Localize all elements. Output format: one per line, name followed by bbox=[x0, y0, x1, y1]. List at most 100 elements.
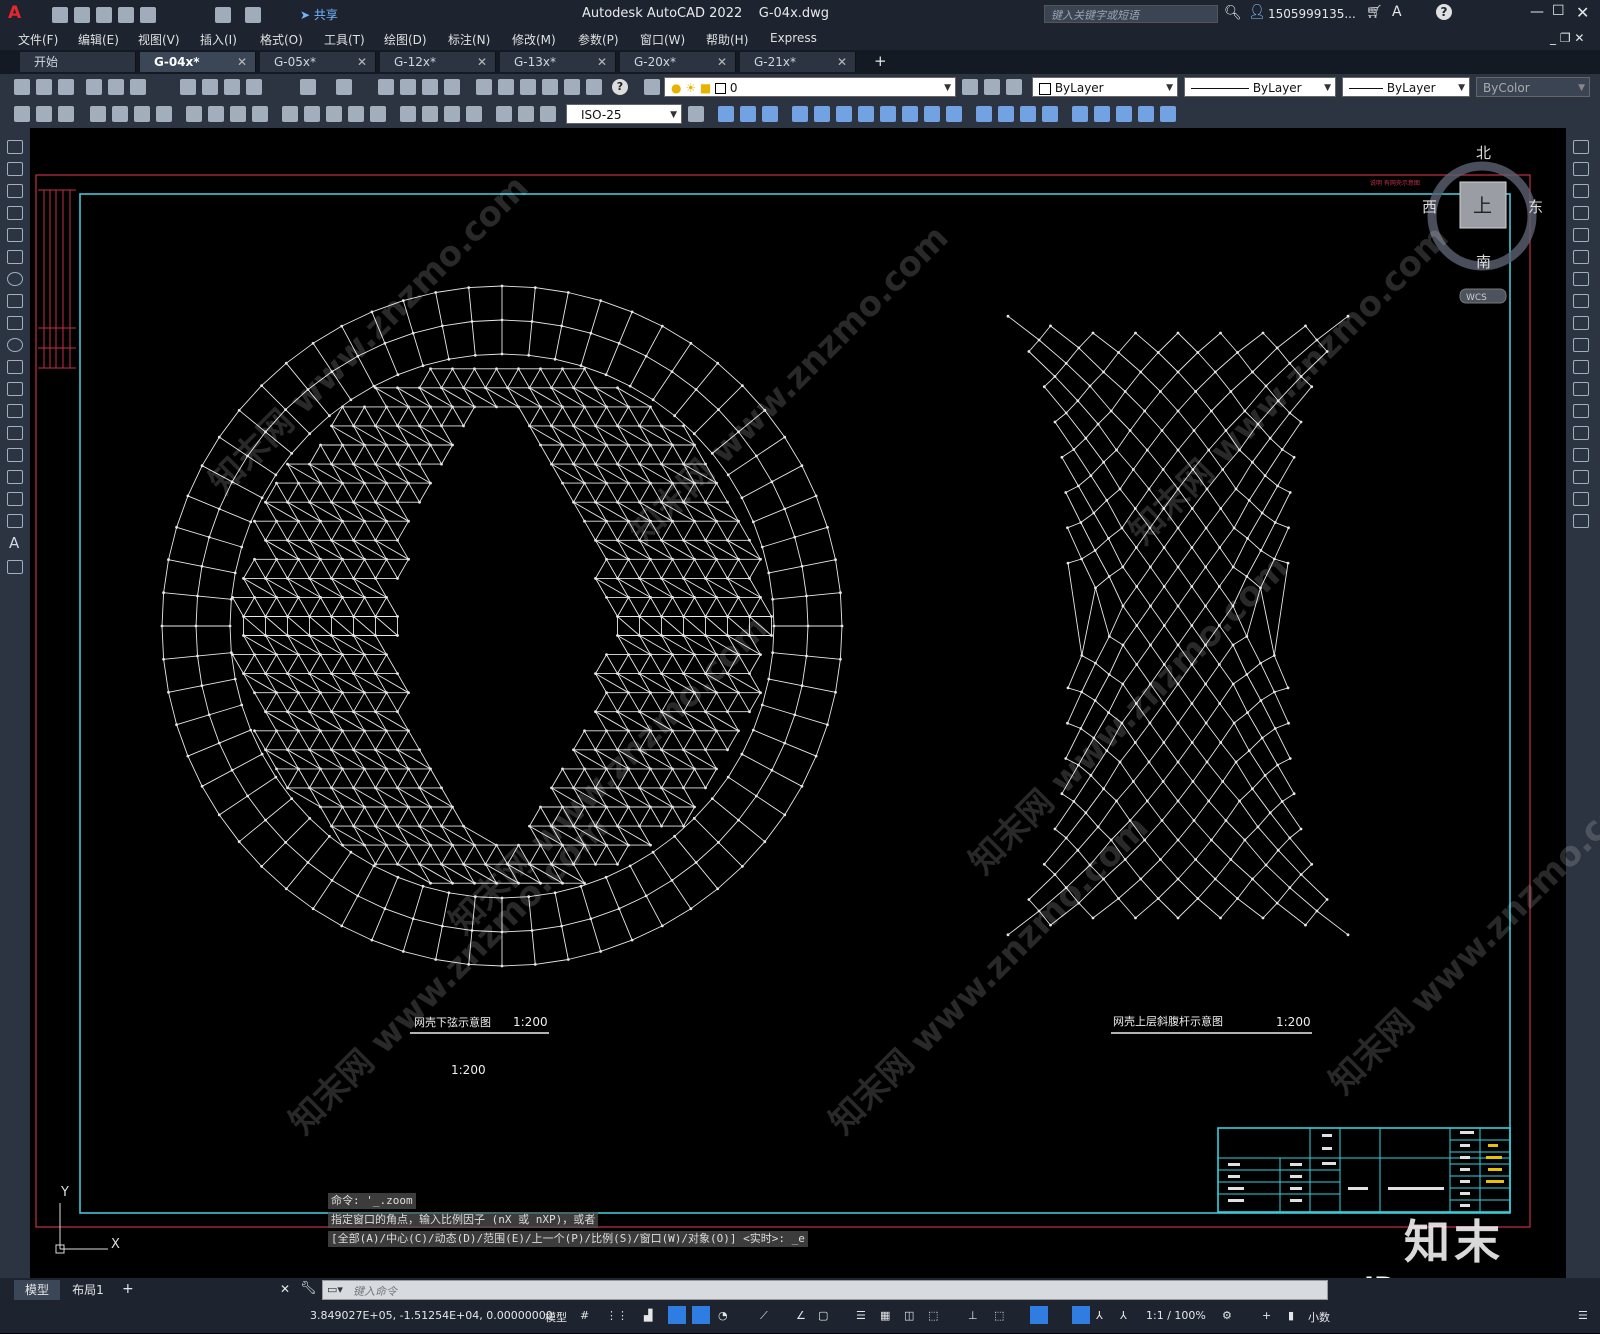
units-icon[interactable]: ▮ bbox=[1288, 1309, 1294, 1322]
tab-start[interactable]: 开始 bbox=[20, 52, 136, 72]
cut-icon[interactable] bbox=[180, 79, 196, 95]
tab-layout1[interactable]: 布局1 bbox=[64, 1280, 112, 1300]
polygon-tool-icon[interactable] bbox=[7, 206, 23, 220]
polar-tracking-icon[interactable]: ◔ bbox=[718, 1309, 728, 1322]
line-tool-icon[interactable] bbox=[7, 140, 23, 154]
blend-icon[interactable] bbox=[1094, 106, 1110, 122]
help-icon[interactable]: ? bbox=[612, 79, 628, 95]
restore-doc-icon[interactable]: _ ❐ ✕ bbox=[1550, 31, 1584, 45]
explode-icon[interactable] bbox=[1072, 106, 1088, 122]
insert-block-icon[interactable] bbox=[7, 382, 23, 396]
offset-tool-icon[interactable] bbox=[1573, 206, 1589, 220]
jogged-linear-icon[interactable] bbox=[466, 106, 482, 122]
jogged-dim-icon[interactable] bbox=[208, 106, 224, 122]
object-snap-tracking-icon[interactable]: ∠ bbox=[796, 1309, 806, 1322]
command-line-close-icon[interactable]: ✕ bbox=[280, 1282, 290, 1296]
construction-line-icon[interactable] bbox=[7, 162, 23, 176]
save-as-icon[interactable] bbox=[118, 7, 134, 23]
coordinates-readout[interactable]: 3.849027E+05, -1.51254E+04, 0.00000000 bbox=[310, 1309, 553, 1322]
snap-mode-icon[interactable]: ⋮⋮ bbox=[606, 1309, 628, 1322]
scale-icon[interactable] bbox=[880, 106, 896, 122]
workspace-gear-icon[interactable]: ⚙ bbox=[1222, 1309, 1232, 1322]
tab-model[interactable]: 模型 bbox=[14, 1280, 60, 1300]
zoom-previous-icon[interactable] bbox=[444, 79, 460, 95]
close-tab-icon[interactable]: ✕ bbox=[597, 52, 607, 72]
layer-state-icon[interactable] bbox=[1006, 79, 1022, 95]
explode-tool-icon[interactable] bbox=[1573, 514, 1589, 528]
inspect-icon[interactable] bbox=[444, 106, 460, 122]
drawing-canvas[interactable]: 说明 有网壳示意图 网壳下弦示意图 1:200 1:200 网壳上层斜腹杆示意图… bbox=[30, 128, 1600, 1278]
search-icon[interactable]: 🔍︎ bbox=[1224, 5, 1242, 21]
make-current-layer-icon[interactable] bbox=[962, 79, 978, 95]
color-dropdown[interactable]: ByLayer ▼ bbox=[1032, 77, 1178, 97]
markup-icon[interactable] bbox=[564, 79, 580, 95]
layer-properties-icon[interactable] bbox=[644, 79, 660, 95]
close-tab-icon[interactable]: ✕ bbox=[357, 52, 367, 72]
gradient-tool-icon[interactable] bbox=[7, 470, 23, 484]
fillet-icon[interactable] bbox=[1042, 106, 1058, 122]
menu-express[interactable]: Express bbox=[770, 31, 817, 45]
design-center-icon[interactable] bbox=[498, 79, 514, 95]
polyline-tool-icon[interactable] bbox=[7, 184, 23, 198]
trim-icon[interactable] bbox=[924, 106, 940, 122]
break-tool-icon[interactable] bbox=[1573, 404, 1589, 418]
new-tab-button[interactable]: + bbox=[874, 52, 887, 70]
scale-tool-icon[interactable] bbox=[1573, 294, 1589, 308]
ellipse-tool-icon[interactable] bbox=[7, 338, 23, 352]
gizmo-icon[interactable] bbox=[1030, 1306, 1048, 1324]
arc-tool-icon[interactable] bbox=[7, 250, 23, 264]
join-icon[interactable] bbox=[998, 106, 1014, 122]
chamfer-icon[interactable] bbox=[1020, 106, 1036, 122]
close-tab-icon[interactable]: ✕ bbox=[837, 52, 847, 72]
minimize-icon[interactable]: — bbox=[1530, 4, 1544, 20]
print-icon[interactable] bbox=[86, 79, 102, 95]
ortho-mode-icon[interactable] bbox=[692, 1306, 710, 1324]
add-layout-icon[interactable]: + bbox=[122, 1281, 134, 1297]
help-icon[interactable]: ? bbox=[1436, 4, 1452, 20]
aligned-dim-icon[interactable] bbox=[112, 106, 128, 122]
open-icon[interactable] bbox=[36, 79, 52, 95]
menu-draw[interactable]: 绘图(D) bbox=[384, 31, 427, 48]
annotation-visibility-icon[interactable] bbox=[1072, 1306, 1090, 1324]
region-tool-icon[interactable] bbox=[7, 492, 23, 506]
menu-edit[interactable]: 编辑(E) bbox=[78, 31, 119, 48]
draw-order-icon[interactable] bbox=[14, 106, 30, 122]
model-space-drawing[interactable]: 说明 有网壳示意图 网壳下弦示意图 1:200 1:200 网壳上层斜腹杆示意图… bbox=[30, 128, 1566, 1278]
close-tab-icon[interactable]: ✕ bbox=[237, 52, 247, 72]
table-tool-icon[interactable] bbox=[7, 514, 23, 528]
edit-polyline-icon[interactable] bbox=[1160, 106, 1176, 122]
menu-dimension[interactable]: 标注(N) bbox=[448, 31, 490, 48]
extend-icon[interactable] bbox=[946, 106, 962, 122]
menu-parametric[interactable]: 参数(P) bbox=[578, 31, 619, 48]
point-tool-icon[interactable] bbox=[7, 426, 23, 440]
selection-filter-icon[interactable]: ⬚ bbox=[994, 1309, 1004, 1322]
mirror-tool-icon[interactable] bbox=[1573, 184, 1589, 198]
command-customize-icon[interactable]: 🔧︎ bbox=[300, 1281, 317, 1296]
diameter-dim-icon[interactable] bbox=[230, 106, 246, 122]
add-selected-icon[interactable] bbox=[7, 560, 23, 574]
model-space-button[interactable]: 模型 bbox=[545, 1309, 567, 1325]
stretch-tool-icon[interactable] bbox=[1573, 316, 1589, 330]
erase-tool-icon[interactable] bbox=[1573, 140, 1589, 154]
auto-scale-icon[interactable]: ⅄ bbox=[1096, 1309, 1103, 1322]
offset-icon[interactable] bbox=[792, 106, 808, 122]
layer-previous-icon[interactable] bbox=[984, 79, 1000, 95]
dynamic-input-icon[interactable] bbox=[668, 1306, 686, 1324]
break-at-point-icon[interactable] bbox=[1573, 382, 1589, 396]
tab-g04x[interactable]: G-04x* ✕ bbox=[140, 52, 256, 72]
maximize-icon[interactable]: ☐ bbox=[1552, 3, 1565, 19]
dynamic-ucs-icon[interactable]: ⊥ bbox=[968, 1309, 978, 1322]
annotation-scale-icon[interactable]: ⅄ bbox=[1120, 1309, 1127, 1322]
calculator-icon[interactable] bbox=[586, 79, 602, 95]
continue-dim-icon[interactable] bbox=[326, 106, 342, 122]
circle-tool-icon[interactable] bbox=[7, 272, 23, 286]
block-icon[interactable] bbox=[36, 106, 52, 122]
radius-dim-icon[interactable] bbox=[186, 106, 202, 122]
tab-g13x[interactable]: G-13x* ✕ bbox=[500, 52, 616, 72]
trim-tool-icon[interactable] bbox=[1573, 338, 1589, 352]
menu-insert[interactable]: 插入(I) bbox=[200, 31, 237, 48]
ordinate-dim-icon[interactable] bbox=[156, 106, 172, 122]
join-tool-icon[interactable] bbox=[1573, 426, 1589, 440]
align-icon[interactable] bbox=[1116, 106, 1132, 122]
redo-icon[interactable] bbox=[336, 79, 352, 95]
